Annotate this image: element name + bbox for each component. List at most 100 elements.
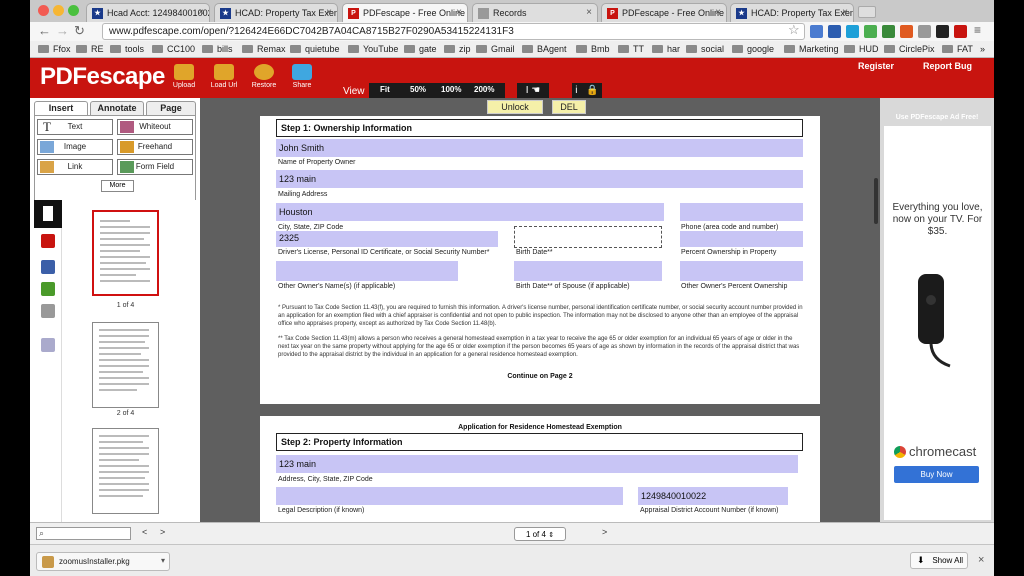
info-icon[interactable]: i (575, 85, 577, 96)
bookmark-folder[interactable]: quietube (290, 44, 340, 54)
bookmark-folder[interactable]: har (652, 44, 680, 54)
bookmark-folder[interactable]: FAT (942, 44, 973, 54)
close-shelf-icon[interactable]: × (978, 554, 984, 566)
property-address-field[interactable]: 123 main (276, 455, 798, 473)
vertical-scrollbar[interactable] (874, 178, 878, 224)
hand-cursor-icon[interactable]: ☚ (531, 85, 540, 96)
account-number-field[interactable]: 1249840010022 (638, 487, 788, 505)
new-tab-button[interactable] (858, 6, 876, 18)
extension-icon[interactable] (900, 25, 913, 38)
chromecast-ad[interactable]: Everything you love, now on your TV. For… (884, 126, 991, 520)
browser-tab[interactable]: ★ HCAD: Property Tax Exem... × (730, 3, 854, 22)
other-owner-name-field[interactable] (276, 261, 458, 281)
freehand-tool-button[interactable]: Freehand (117, 139, 193, 155)
link-tool-button[interactable]: Link (37, 159, 113, 175)
show-all-downloads-button[interactable]: ⬇ Show All (910, 552, 968, 569)
restore-button[interactable]: Restore (246, 64, 282, 89)
page-thumbnail-2[interactable] (92, 322, 159, 408)
extension-icon[interactable] (828, 25, 841, 38)
bookmark-folder[interactable]: google (732, 44, 774, 54)
bookmark-star-icon[interactable]: ☆ (788, 22, 800, 38)
form-field-tool-button[interactable]: Form Field (117, 159, 193, 175)
bookmark-folder[interactable]: tools (110, 44, 144, 54)
search-next-button[interactable]: > (160, 527, 165, 537)
close-window-button[interactable] (38, 5, 49, 16)
bookmark-folder[interactable]: bills (202, 44, 233, 54)
menu-icon[interactable]: ≡ (974, 23, 981, 37)
bookmark-folder[interactable]: zip (444, 44, 471, 54)
next-page-button[interactable]: > (602, 527, 607, 537)
pdf-icon[interactable] (41, 234, 55, 248)
browser-tab[interactable]: ★ HCAD: Property Tax Exem... × (214, 3, 338, 22)
page-thumbnail-1[interactable] (92, 210, 159, 296)
text-cursor-icon[interactable]: I (526, 85, 529, 96)
register-link[interactable]: Register (858, 61, 894, 71)
minimize-window-button[interactable] (53, 5, 64, 16)
bookmark-folder[interactable]: Marketing (784, 44, 839, 54)
download-item[interactable]: zoomusInstaller.pkg ▾ (36, 552, 170, 571)
bookmark-folder[interactable]: Ffox (38, 44, 71, 54)
chevron-down-icon[interactable]: ▾ (161, 556, 165, 565)
page-thumbnails-selected[interactable] (34, 200, 62, 228)
birth-date-field-selected[interactable] (514, 226, 662, 248)
close-tab-icon[interactable]: × (456, 7, 462, 18)
document-search-input[interactable]: ⌕ (36, 527, 131, 540)
whiteout-tool-button[interactable]: Whiteout (117, 119, 193, 135)
other-owner-percent-field[interactable] (680, 261, 803, 281)
address-bar[interactable]: www.pdfescape.com/open/?126424E66DC7042B… (102, 23, 805, 40)
owner-name-field[interactable]: John Smith (276, 139, 803, 157)
mailing-address-field[interactable]: 123 main (276, 170, 803, 188)
extension-icon[interactable] (864, 25, 877, 38)
spouse-birth-date-field[interactable] (514, 261, 662, 281)
bookmark-folder[interactable]: TT (618, 44, 644, 54)
print-icon[interactable] (41, 304, 55, 318)
report-bug-link[interactable]: Report Bug (923, 61, 972, 71)
close-tab-icon[interactable]: × (715, 7, 721, 18)
bookmark-folder[interactable]: social (686, 44, 724, 54)
close-tab-icon[interactable]: × (198, 7, 204, 18)
city-state-zip-field[interactable]: Houston (276, 203, 664, 221)
bookmark-folder[interactable]: Remax (242, 44, 286, 54)
extension-icon[interactable] (918, 25, 931, 38)
bookmark-folder[interactable]: BAgent (522, 44, 567, 54)
lock-icon[interactable]: 🔒 (586, 85, 598, 96)
tab-annotate[interactable]: Annotate (90, 101, 144, 115)
browser-tab-active[interactable]: PPDFescape - Free Online P...× (342, 3, 468, 22)
forward-arrow-icon[interactable]: → (56, 23, 69, 38)
reload-icon[interactable]: ↻ (74, 23, 85, 39)
zoom-200-button[interactable]: 200% (474, 85, 494, 94)
page-settings-icon[interactable] (41, 338, 55, 352)
extension-icon[interactable] (954, 25, 967, 38)
zoom-50-button[interactable]: 50% (410, 85, 426, 94)
image-tool-button[interactable]: Image (37, 139, 113, 155)
delete-button[interactable]: DEL (552, 100, 586, 114)
bookmark-folder[interactable]: CirclePix (884, 44, 935, 54)
buy-now-button[interactable]: Buy Now (894, 466, 979, 483)
page-selector[interactable]: 1 of 4 ⇕ (514, 527, 566, 541)
legal-description-field[interactable] (276, 487, 623, 505)
back-arrow-icon[interactable]: ← (38, 23, 51, 38)
maximize-window-button[interactable] (68, 5, 79, 16)
bookmark-folder[interactable]: Gmail (476, 44, 515, 54)
bookmark-folder[interactable]: CC100 (152, 44, 195, 54)
bookmark-folder[interactable]: gate (404, 44, 437, 54)
ad-free-link[interactable]: Use PDFescape Ad Free! (880, 114, 994, 121)
more-tools-button[interactable]: More (101, 180, 134, 192)
close-tab-icon[interactable]: × (586, 7, 592, 18)
browser-tab[interactable]: Records × (472, 3, 598, 22)
page-thumbnail-3[interactable] (92, 428, 159, 514)
zoom-fit-button[interactable]: Fit (380, 85, 390, 94)
extension-icon[interactable] (936, 25, 949, 38)
share-button[interactable]: Share (284, 64, 320, 89)
zoom-100-button[interactable]: 100% (441, 85, 461, 94)
bookmark-folder[interactable]: HUD (844, 44, 879, 54)
close-tab-icon[interactable]: × (326, 7, 332, 18)
upload-button[interactable]: Upload (166, 64, 202, 89)
search-prev-button[interactable]: < (142, 527, 147, 537)
text-tool-button[interactable]: T Text (37, 119, 113, 135)
bookmarks-overflow-button[interactable]: » (980, 44, 985, 54)
save-icon[interactable] (41, 260, 55, 274)
tab-page[interactable]: Page (146, 101, 196, 115)
drivers-license-field[interactable]: 2325 (276, 231, 498, 247)
load-url-button[interactable]: Load Url (206, 64, 242, 89)
